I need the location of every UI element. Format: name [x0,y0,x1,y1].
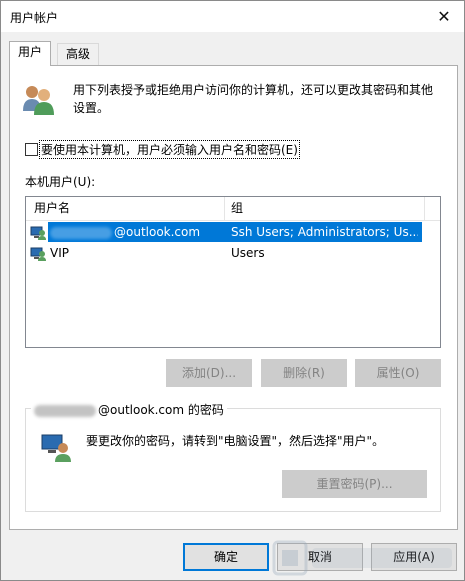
user-icon [30,226,46,240]
require-password-checkbox[interactable] [25,143,38,156]
row-username: @outlook.com [50,224,200,240]
table-row[interactable]: VIP Users [26,243,440,263]
column-header-username[interactable]: 用户名 [26,197,225,221]
apply-button[interactable]: 应用(A) [371,543,457,571]
row-group: Users [231,246,265,260]
local-users-label: 本机用户(U): [25,175,96,189]
require-password-label[interactable]: 要使用本计算机，用户必须输入用户名和密码(E) [39,140,300,159]
user-password-icon [41,434,71,462]
intro-text: 用下列表授予或拒绝用户访问你的计算机，还可以更改其密码和其他设置。 [73,83,434,115]
cancel-button[interactable]: 取消 [277,543,363,571]
password-group-title: @outlook.com 的密码 [31,401,227,418]
properties-button[interactable]: 属性(O) [355,359,441,387]
redacted-name [34,404,96,417]
tab-users[interactable]: 用户 [9,41,52,66]
add-button[interactable]: 添加(D)... [166,359,252,387]
window-title: 用户帐户 [10,11,59,25]
row-group: Ssh Users; Administrators; Us... [231,225,418,239]
user-icon [30,247,46,261]
title-bar: 用户帐户 ✕ [1,1,464,32]
ok-button[interactable]: 确定 [183,543,269,571]
delete-button[interactable]: 删除(R) [261,359,347,387]
password-instructions: 要更改你的密码，请转到"电脑设置"，然后选择"用户"。 [86,434,385,448]
column-header-group[interactable]: 组 [225,197,425,221]
tab-advanced[interactable]: 高级 [57,43,100,65]
users-icon [23,86,54,115]
table-row[interactable]: @outlook.com Ssh Users; Administrators; … [26,222,440,242]
row-username: VIP [50,246,69,260]
redacted-name [50,226,112,239]
close-icon[interactable]: ✕ [424,1,464,32]
user-accounts-window: 用户帐户 ✕ 用户 高级 用下列表授予或拒绝用户访问你的计算机，还可以更改其密码… [0,0,465,581]
users-list[interactable]: 用户名 组 @outlook.com Ssh Users; Administra… [25,196,441,348]
list-header: 用户名 组 [26,197,440,221]
reset-password-button[interactable]: 重置密码(P)... [282,470,427,498]
